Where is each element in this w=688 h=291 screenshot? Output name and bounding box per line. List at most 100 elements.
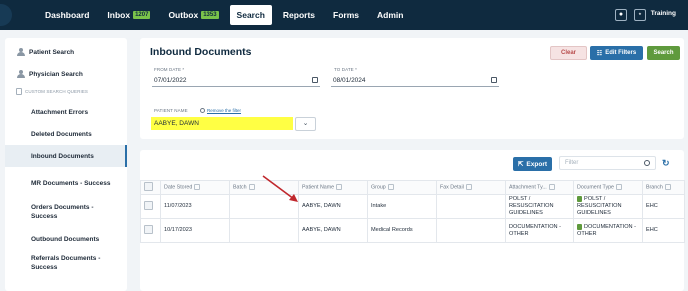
document-type-cell[interactable]: POLST / RESUSCITATION GUIDELINES	[573, 194, 643, 219]
from-date-label: FROM DATE *	[154, 67, 185, 72]
to-date-field[interactable]: 08/01/2024	[331, 75, 499, 87]
column-header-label: Document Type	[577, 184, 615, 191]
filter-input[interactable]: Filter	[559, 156, 656, 170]
sidebar-item-attachment-errors[interactable]: Attachment Errors	[5, 101, 127, 123]
row-checkbox[interactable]	[144, 224, 153, 234]
calendar-icon[interactable]	[312, 77, 318, 83]
patient-name-value: AABYE, DAWN	[154, 120, 199, 127]
nav-admin[interactable]: Admin	[370, 5, 410, 25]
chevron-down-icon[interactable]: ⌄	[295, 117, 316, 131]
network-icon[interactable]: ⋆	[634, 9, 646, 21]
from-date-field[interactable]: 07/01/2022	[152, 75, 320, 87]
row-checkbox[interactable]	[144, 200, 153, 210]
nav-outbox[interactable]: Outbox 1353	[161, 5, 225, 25]
main-nav: Dashboard Inbox 1207 Outbox 1353 Search Re…	[38, 5, 414, 25]
attachment-type-line: DOCUMENTATION -	[509, 223, 561, 230]
column-header-label: Branch	[646, 184, 663, 191]
to-date-label: TO DATE *	[334, 67, 357, 72]
column-header[interactable]: Batch	[229, 180, 299, 195]
to-date-value: 08/01/2024	[333, 77, 366, 84]
sidebar: Patient Search Physician Search CUSTOM S…	[5, 38, 127, 291]
nav-dashboard[interactable]: Dashboard	[38, 5, 96, 25]
document-type-line: RESUSCITATION	[577, 203, 622, 209]
document-type-cell[interactable]: DOCUMENTATION - OTHER	[573, 218, 643, 243]
patient-name-cell: AABYE, DAWN	[298, 218, 368, 243]
column-header[interactable]: Date Stored	[160, 180, 230, 195]
clear-button-label: Clear	[560, 50, 576, 56]
attachment-type-line: OTHER	[509, 230, 529, 237]
nav-forms[interactable]: Forms	[326, 5, 366, 25]
export-button[interactable]: ⇱ Export	[513, 157, 552, 171]
column-header[interactable]: Fax Detail	[436, 180, 506, 195]
custom-queries-heading: CUSTOM SEARCH QUERIES	[5, 85, 127, 97]
column-header-label: Group	[371, 184, 386, 191]
edit-filters-label: Edit Filters	[605, 50, 637, 56]
sidebar-item-physician-search[interactable]: Physician Search	[5, 63, 127, 85]
export-button-label: Export	[526, 160, 548, 168]
search-button[interactable]: Search	[647, 46, 680, 60]
nav-reports-label: Reports	[282, 10, 316, 20]
table-row[interactable]: 10/17/2023 AABYE, DAWN Medical Records D…	[140, 218, 685, 243]
nav-search[interactable]: Search	[229, 5, 272, 25]
row-select-cell	[140, 218, 161, 243]
patient-name-cell: AABYE, DAWN	[298, 194, 368, 219]
column-filter-icon[interactable]	[465, 184, 472, 191]
column-header[interactable]: Attachment Ty...	[505, 180, 574, 195]
attachment-type-cell: POLST / RESUSCITATION GUIDELINES	[505, 194, 574, 219]
column-filter-icon[interactable]	[387, 184, 394, 191]
select-all-cell	[140, 180, 161, 195]
nav-inbox[interactable]: Inbox 1207	[100, 5, 157, 25]
column-filter-icon[interactable]	[616, 184, 623, 191]
nav-outbox-label: Outbox	[168, 10, 199, 20]
column-filter-icon[interactable]	[548, 184, 555, 191]
document-icon	[16, 87, 22, 95]
nav-reports[interactable]: Reports	[276, 5, 322, 25]
group-cell: Intake	[367, 194, 437, 219]
patient-name-field[interactable]: AABYE, DAWN	[151, 117, 293, 130]
column-header[interactable]: Group	[367, 180, 437, 195]
sidebar-item-inbound-documents[interactable]: Inbound Documents	[5, 145, 127, 167]
sidebar-item-label: Physician Search	[29, 70, 83, 78]
document-type-line: GUIDELINES	[577, 210, 611, 216]
document-type-line: POLST /	[584, 196, 606, 202]
column-header[interactable]: Document Type	[573, 180, 643, 195]
filter-placeholder: Filter	[565, 160, 579, 166]
results-table: Date Stored Batch Patient Name Group Fax…	[140, 180, 685, 243]
nav-admin-label: Admin	[377, 10, 404, 20]
column-header[interactable]: Branch	[642, 180, 685, 195]
filter-panel: Inbound Documents Clear ☷ Edit Filters Se…	[140, 38, 684, 139]
column-filter-icon[interactable]	[336, 184, 343, 191]
column-filter-icon[interactable]	[194, 184, 201, 191]
document-type-line: OTHER	[577, 230, 597, 237]
sidebar-item-mr-documents[interactable]: MR Documents - Success	[5, 170, 127, 196]
nav-dashboard-label: Dashboard	[45, 10, 90, 20]
logo	[0, 4, 12, 26]
environment-label: Training	[650, 10, 676, 17]
column-filter-icon[interactable]	[248, 184, 255, 191]
inbox-count-badge: 1207	[133, 11, 151, 19]
table-row[interactable]: 11/07/2023 AABYE, DAWN Intake POLST / RE…	[140, 194, 685, 219]
sidebar-item-orders-documents[interactable]: Orders Documents - Success	[5, 199, 115, 225]
column-filter-icon[interactable]	[664, 184, 671, 191]
sidebar-item-referrals-documents[interactable]: Referrals Documents - Success	[5, 250, 115, 276]
date-stored-cell: 11/07/2023	[160, 194, 230, 219]
select-all-checkbox[interactable]	[144, 182, 153, 191]
top-nav-bar: Dashboard Inbox 1207 Outbox 1353 Search Re…	[0, 0, 688, 30]
remove-filter-link[interactable]: Remove the filter	[200, 108, 241, 114]
sidebar-item-deleted-documents[interactable]: Deleted Documents	[5, 123, 127, 145]
lock-icon[interactable]: ●	[615, 9, 627, 21]
sidebar-item-outbound-documents[interactable]: Outbound Documents	[5, 228, 127, 250]
edit-filters-button[interactable]: ☷ Edit Filters	[590, 46, 643, 60]
clear-button[interactable]: Clear	[550, 46, 587, 60]
sidebar-item-patient-search[interactable]: Patient Search	[5, 41, 127, 63]
refresh-icon[interactable]: ↻	[662, 158, 670, 169]
column-header[interactable]: Patient Name	[298, 180, 368, 195]
row-select-cell	[140, 194, 161, 219]
column-header-label: Attachment Ty...	[509, 184, 547, 191]
column-header-label: Fax Detail	[440, 184, 464, 191]
custom-queries-heading-label: CUSTOM SEARCH QUERIES	[25, 88, 89, 94]
nav-search-label: Search	[236, 10, 265, 20]
calendar-icon[interactable]	[491, 77, 497, 83]
batch-cell	[229, 218, 299, 243]
page-title: Inbound Documents	[150, 46, 252, 58]
